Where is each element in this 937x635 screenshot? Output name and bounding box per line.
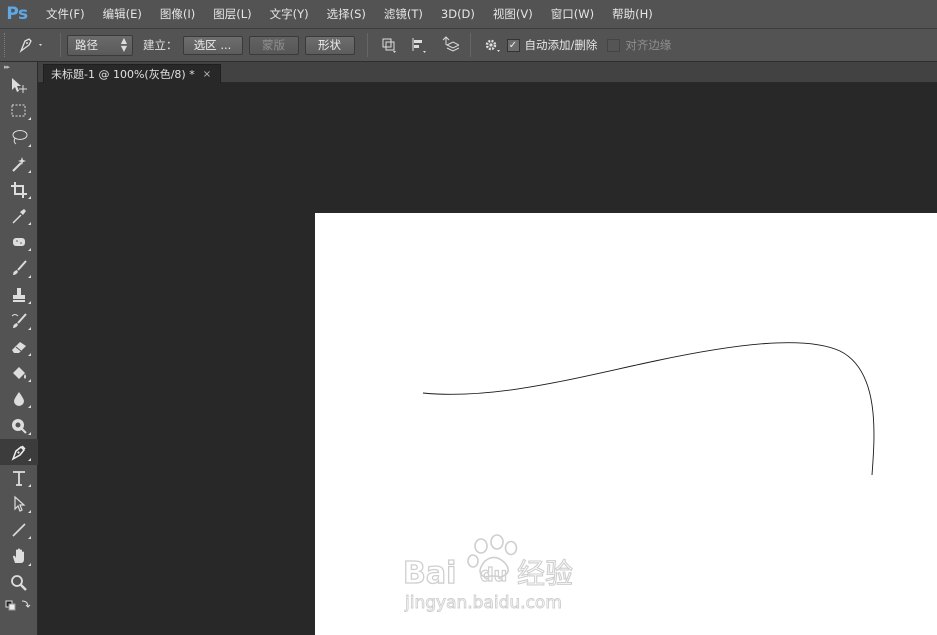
crop-tool[interactable]	[0, 177, 38, 203]
pen-tool-icon	[11, 445, 26, 461]
swap-colors-control[interactable]	[0, 596, 38, 612]
spot-healing-tool[interactable]	[0, 229, 38, 255]
history-brush-icon	[11, 313, 27, 328]
history-brush-tool[interactable]	[0, 308, 38, 334]
brush-tool[interactable]	[0, 255, 38, 281]
watermark-url: jingyan.baidu.com	[404, 593, 562, 613]
brush-icon	[13, 260, 27, 276]
marquee-tool[interactable]	[0, 98, 38, 124]
path-operations-icon[interactable]	[377, 33, 401, 57]
zoom-icon	[11, 574, 27, 591]
auto-add-delete-checkbox[interactable]: ✓	[506, 38, 520, 52]
eraser-tool[interactable]	[0, 334, 38, 360]
watermark-jingyan: 经验	[517, 557, 573, 590]
check-icon: ✓	[508, 39, 518, 51]
menu-layer[interactable]: 图层(L)	[207, 0, 257, 28]
make-shape-button[interactable]: 形状	[304, 35, 355, 55]
path-alignment-icon[interactable]	[407, 33, 431, 57]
align-edges-checkbox[interactable]	[607, 38, 621, 52]
document-tab-title: 未标题-1 @ 100%(灰色/8) *	[51, 68, 195, 81]
make-mask-button[interactable]: 蒙版	[248, 35, 299, 55]
baidu-watermark: Bai du 经验 jingyan.baidu.com	[402, 531, 589, 619]
clone-stamp-tool[interactable]	[0, 282, 38, 308]
eyedropper-icon	[12, 209, 26, 224]
menu-file[interactable]: 文件(F)	[40, 0, 91, 28]
menu-3d[interactable]: 3D(D)	[435, 0, 481, 28]
baidu-paw-icon: Bai du 经验 jingyan.baidu.com	[402, 534, 574, 613]
path-selection-icon	[14, 495, 26, 512]
paint-bucket-tool[interactable]	[0, 360, 38, 386]
options-bar: 路径 ▲ ▼ 建立： 选区 ... 蒙版 形状 ✓ 自动添加/删除 对齐边缘	[0, 28, 937, 62]
make-label: 建立：	[143, 38, 178, 52]
menu-bar: Ps 文件(F) 编辑(E) 图像(I) 图层(L) 文字(Y) 选择(S) 滤…	[0, 0, 937, 28]
document-tab[interactable]: 未标题-1 @ 100%(灰色/8) * ×	[43, 64, 221, 83]
path-selection-tool[interactable]	[0, 491, 38, 517]
lasso-icon	[12, 130, 28, 145]
pen-icon	[19, 38, 42, 53]
eyedropper-tool[interactable]	[0, 203, 38, 229]
eraser-icon	[12, 341, 26, 353]
menu-filter[interactable]: 滤镜(T)	[378, 0, 429, 28]
menu-edit[interactable]: 编辑(E)	[97, 0, 148, 28]
lasso-tool[interactable]	[0, 124, 38, 150]
separator	[366, 33, 368, 57]
toolbox-collapse-icon[interactable]: ▸▸	[0, 62, 37, 72]
hand-icon	[13, 548, 24, 564]
separator	[60, 33, 61, 57]
path-arrangement-icon[interactable]	[437, 33, 461, 57]
tool-preset-picker[interactable]	[10, 32, 54, 58]
marquee-icon	[11, 104, 26, 117]
droplet-icon	[14, 392, 24, 407]
zoom-tool[interactable]	[0, 570, 38, 596]
type-icon	[13, 471, 25, 486]
menu-select[interactable]: 选择(S)	[321, 0, 372, 28]
type-tool[interactable]	[0, 465, 38, 491]
paint-bucket-icon	[13, 367, 26, 380]
toolbox: ▸▸	[0, 62, 38, 635]
menu-window[interactable]: 窗口(W)	[545, 0, 600, 28]
menu-view[interactable]: 视图(V)	[487, 0, 539, 28]
line-icon	[12, 523, 26, 537]
magic-wand-icon	[12, 156, 26, 172]
menu-help[interactable]: 帮助(H)	[606, 0, 659, 28]
stamp-icon	[13, 287, 25, 302]
auto-add-delete-label: 自动添加/删除	[524, 38, 598, 52]
mode-select-value: 路径	[75, 38, 98, 52]
menu-type[interactable]: 文字(Y)	[264, 0, 315, 28]
pen-path[interactable]	[422, 342, 875, 476]
make-selection-button[interactable]: 选区 ...	[182, 35, 243, 55]
document-tab-bar: 未标题-1 @ 100%(灰色/8) * ×	[38, 62, 937, 83]
watermark-brand-tail: du	[480, 564, 507, 586]
pen-tool[interactable]	[0, 438, 38, 465]
dodge-icon	[12, 418, 27, 434]
align-edges-label: 对齐边缘	[625, 38, 672, 52]
line-tool[interactable]	[0, 517, 38, 543]
swap-colors-icon	[5, 600, 31, 611]
dodge-tool[interactable]	[0, 412, 38, 438]
close-icon[interactable]: ×	[203, 69, 211, 80]
gear-icon[interactable]	[480, 33, 504, 57]
move-icon	[12, 78, 27, 94]
hand-tool[interactable]	[0, 543, 38, 569]
blur-tool[interactable]	[0, 386, 38, 412]
magic-wand-tool[interactable]	[0, 151, 38, 177]
watermark-brand: Bai	[403, 556, 456, 591]
crop-icon	[11, 181, 27, 198]
move-tool[interactable]	[0, 72, 38, 98]
updown-icon: ▲ ▼	[120, 36, 127, 53]
mode-select[interactable]: 路径 ▲ ▼	[67, 34, 133, 56]
separator	[469, 33, 471, 57]
menu-image[interactable]: 图像(I)	[154, 0, 201, 28]
bandage-icon	[13, 238, 25, 247]
photoshop-logo: Ps	[6, 4, 28, 24]
